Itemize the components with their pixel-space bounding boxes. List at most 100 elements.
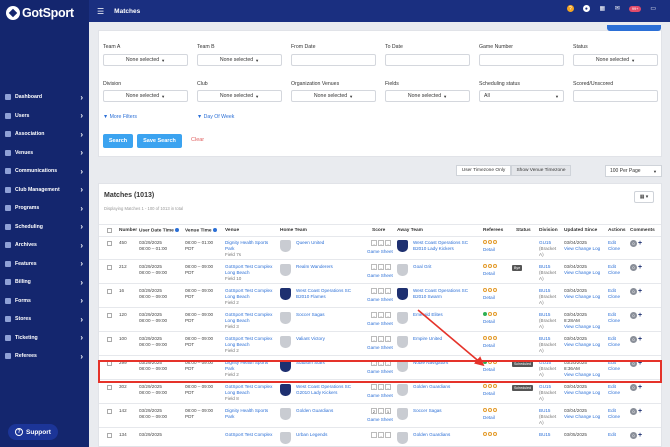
sidebar-item-forms[interactable]: Forms ›: [0, 292, 89, 311]
day-of-week-link[interactable]: ▼ Day Of Week: [197, 114, 234, 120]
referee-slots[interactable]: [483, 312, 497, 316]
view-change-log-link[interactable]: View Change Log: [564, 414, 600, 420]
view-change-log-link[interactable]: View Change Log: [564, 294, 600, 300]
home-team-name-line2[interactable]: G2010 Lady Kickers: [296, 390, 337, 396]
away-team-name[interactable]: Empire United: [413, 336, 442, 342]
status-select[interactable]: None selected ▼: [573, 54, 658, 66]
row-checkbox[interactable]: [107, 409, 112, 414]
referee-slots[interactable]: [483, 240, 497, 244]
away-score[interactable]: [385, 432, 391, 438]
col-home-team[interactable]: Home Team: [280, 228, 307, 233]
sidebar-item-communications[interactable]: Communications ›: [0, 162, 89, 181]
search-button[interactable]: Search: [103, 134, 133, 148]
clear-button[interactable]: Clear: [191, 137, 204, 143]
add-comment-icon[interactable]: +: [638, 240, 642, 247]
sidebar-item-features[interactable]: Features ›: [0, 255, 89, 274]
col-user-date-time[interactable]: User Date Time: [139, 228, 179, 233]
game-sheet-link[interactable]: Game Sheet: [367, 417, 393, 423]
referee-slots[interactable]: [483, 288, 497, 292]
away-score[interactable]: -: [385, 240, 391, 246]
game-sheet-link[interactable]: Game Sheet: [367, 249, 393, 255]
sidebar-item-club-management[interactable]: Club Management ›: [0, 181, 89, 200]
home-team-name[interactable]: West Coast Operations SC: [296, 384, 351, 390]
support-button[interactable]: ? Support: [8, 424, 58, 440]
view-change-log-link[interactable]: View Change Log: [564, 270, 600, 276]
sidebar-item-ticketing[interactable]: Ticketing ›: [0, 329, 89, 348]
home-score[interactable]: -: [371, 264, 377, 270]
away-score[interactable]: -: [385, 288, 391, 294]
away-score[interactable]: -: [385, 264, 391, 270]
add-comment-icon[interactable]: +: [638, 432, 642, 439]
away-team-name-line2[interactable]: B2010 Swarm: [413, 294, 442, 300]
home-team-name[interactable]: Valiant Victory: [296, 336, 325, 342]
clone-link[interactable]: Clone: [608, 318, 620, 324]
venue-name[interactable]: GotSport Test Complex: [225, 336, 272, 342]
comments-control[interactable]: 0 +: [630, 264, 642, 271]
score-inputs[interactable]: 2-1: [371, 408, 391, 414]
division-select[interactable]: None selected ▼: [103, 90, 188, 102]
score-inputs[interactable]: ---: [371, 312, 391, 318]
select-all-checkbox[interactable]: [107, 228, 112, 233]
sidebar-item-stores[interactable]: Stores ›: [0, 310, 89, 329]
game-sheet-link[interactable]: Game Sheet: [367, 273, 393, 279]
add-comment-icon[interactable]: +: [638, 288, 642, 295]
row-checkbox[interactable]: [107, 313, 112, 318]
col-referees[interactable]: Referees: [483, 228, 503, 233]
home-score[interactable]: -: [371, 288, 377, 294]
score-inputs[interactable]: ---: [371, 264, 391, 270]
venue-name[interactable]: GotSport Test Complex: [225, 264, 272, 270]
col-venue-time[interactable]: Venue Time: [185, 228, 217, 233]
comments-control[interactable]: 0 +: [630, 432, 642, 439]
away-team-name[interactable]: West Coast Operations SC: [413, 288, 468, 294]
per-page-select[interactable]: 100 Per Page ▼: [605, 165, 662, 177]
game-sheet-link[interactable]: Game Sheet: [367, 321, 393, 327]
comments-control[interactable]: 0 +: [630, 312, 642, 319]
away-team-name[interactable]: Emerald Elites: [413, 312, 443, 318]
game-sheet-link[interactable]: Game Sheet: [367, 393, 393, 399]
venue-name-line2[interactable]: Long Beach: [225, 270, 250, 276]
venue-name[interactable]: GotSport Test Complex: [225, 288, 272, 294]
col-status[interactable]: Status: [516, 228, 531, 233]
home-team-name[interactable]: Golden Guardians: [296, 408, 333, 414]
venue-name[interactable]: GotSport Test Complex: [225, 384, 272, 390]
division-link[interactable]: BU15: [539, 432, 551, 438]
notification-badge[interactable]: 99+: [628, 5, 642, 12]
sidebar-item-programs[interactable]: Programs ›: [0, 199, 89, 218]
club-select[interactable]: None selected ▼: [197, 90, 282, 102]
comments-control[interactable]: 0 +: [630, 408, 642, 415]
venue-name-line2[interactable]: Long Beach: [225, 390, 250, 396]
score-inputs[interactable]: ---: [371, 288, 391, 294]
from-date-input[interactable]: [291, 54, 376, 66]
add-comment-icon[interactable]: +: [638, 312, 642, 319]
col-comments[interactable]: Comments: [630, 228, 655, 233]
referee-slots[interactable]: [483, 264, 497, 268]
add-comment-icon[interactable]: +: [638, 384, 642, 391]
view-change-log-link[interactable]: View Change Log: [564, 324, 600, 330]
col-updated-since[interactable]: Updated Since: [564, 228, 597, 233]
score-inputs[interactable]: ---: [371, 336, 391, 342]
comments-control[interactable]: 0 +: [630, 384, 642, 391]
row-checkbox[interactable]: [107, 241, 112, 246]
home-team-name[interactable]: West Coast Operations SC: [296, 288, 351, 294]
col-venue[interactable]: Venue: [225, 228, 239, 233]
sidebar-item-scheduling[interactable]: Scheduling ›: [0, 218, 89, 237]
col-away-team[interactable]: Away Team: [397, 228, 423, 233]
clone-link[interactable]: Clone: [608, 270, 620, 276]
score-inputs[interactable]: ---: [371, 384, 391, 390]
row-checkbox[interactable]: [107, 337, 112, 342]
referee-detail-link[interactable]: Detail: [483, 247, 495, 253]
edit-link[interactable]: Edit: [608, 384, 616, 390]
edit-link[interactable]: Edit: [608, 288, 616, 294]
referee-detail-link[interactable]: Detail: [483, 271, 495, 277]
away-team-name[interactable]: Soccer Sagas: [413, 408, 442, 414]
away-score[interactable]: -: [385, 312, 391, 318]
org-venues-select[interactable]: None selected ▼: [291, 90, 376, 102]
comments-control[interactable]: 0 +: [630, 336, 642, 343]
comments-control[interactable]: 0 +: [630, 240, 642, 247]
sidebar-item-venues[interactable]: Venues ›: [0, 144, 89, 163]
col-number[interactable]: Number: [119, 228, 137, 233]
add-comment-icon[interactable]: +: [638, 336, 642, 343]
sidebar-item-users[interactable]: Users ›: [0, 107, 89, 126]
home-team-name[interactable]: Queen United: [296, 240, 324, 246]
mail-icon[interactable]: ✉: [615, 5, 620, 12]
